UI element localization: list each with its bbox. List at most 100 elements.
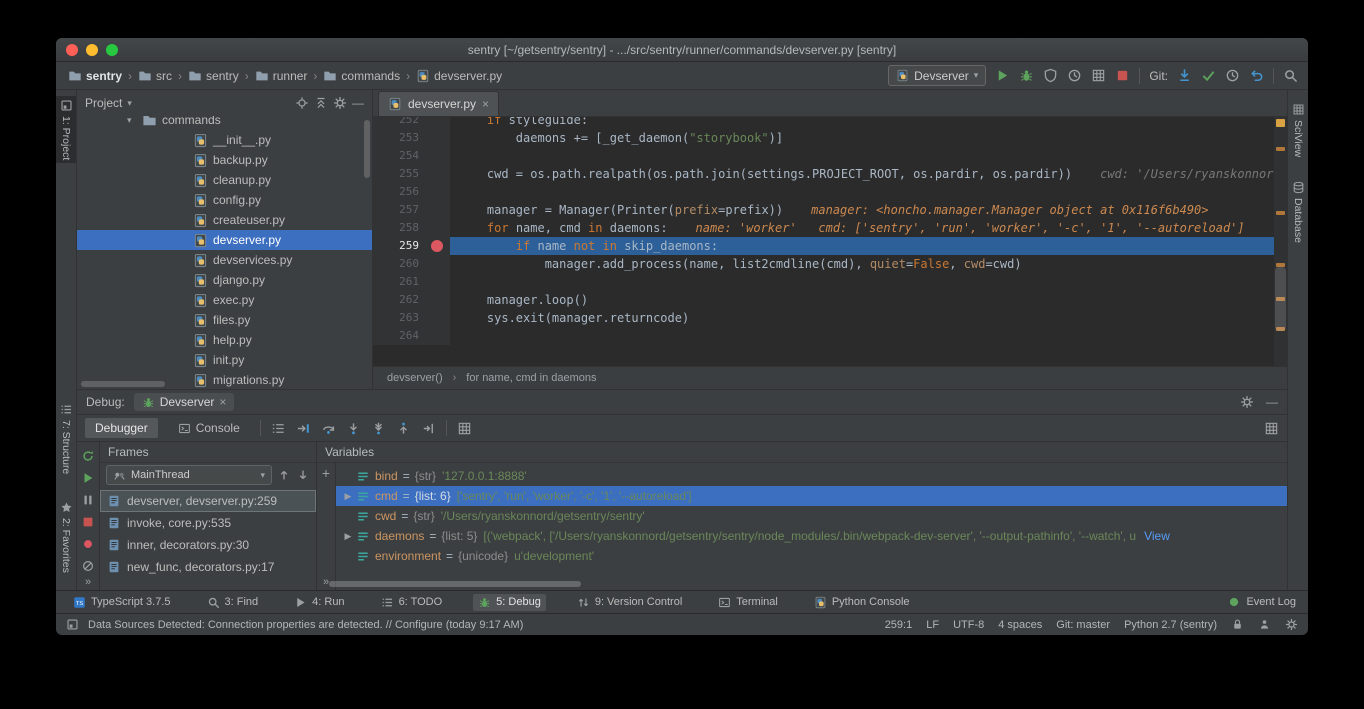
- tree-item[interactable]: init.py: [77, 350, 372, 370]
- chevron-down-icon[interactable]: ▾: [127, 116, 137, 126]
- layout-settings-icon[interactable]: [271, 421, 286, 436]
- close-window-button[interactable]: [66, 44, 78, 56]
- tree-item[interactable]: files.py: [77, 310, 372, 330]
- concurrency-button[interactable]: [1091, 68, 1106, 83]
- force-step-into-button[interactable]: [371, 421, 386, 436]
- breadcrumb-runner[interactable]: runner: [253, 69, 310, 83]
- run-to-cursor-button[interactable]: [421, 421, 436, 436]
- next-frame-button[interactable]: [296, 468, 310, 482]
- run-configuration-selector[interactable]: Devserver ▾: [888, 65, 986, 86]
- close-tab-icon[interactable]: ×: [219, 395, 226, 409]
- breadcrumb-sentry[interactable]: sentry: [66, 69, 124, 83]
- frame-row[interactable]: invoke, core.py:535: [100, 512, 316, 534]
- breadcrumb-src[interactable]: src: [136, 69, 174, 83]
- tab-console[interactable]: Console: [168, 418, 250, 438]
- project-panel-title[interactable]: Project: [85, 96, 122, 110]
- code-line[interactable]: 255 cwd = os.path.realpath(os.path.join(…: [373, 165, 1287, 183]
- variable-row[interactable]: bind={str}'127.0.0.1:8888': [336, 466, 1287, 486]
- chevron-down-icon[interactable]: ▾: [127, 98, 132, 109]
- breadcrumb-sentry2[interactable]: sentry: [186, 69, 241, 83]
- search-everywhere-button[interactable]: [1283, 68, 1298, 83]
- find-tool-button[interactable]: 3: Find: [202, 594, 264, 611]
- editor-tab-devserver[interactable]: devserver.py ×: [378, 91, 499, 116]
- step-over-button[interactable]: [321, 421, 336, 436]
- debug-tool-button[interactable]: 5: Debug: [473, 594, 546, 611]
- coverage-button[interactable]: [1043, 68, 1058, 83]
- variable-row-selected[interactable]: ▶cmd={list: 6}['sentry', 'run', 'worker'…: [336, 486, 1287, 506]
- tree-item[interactable]: exec.py: [77, 290, 372, 310]
- previous-frame-button[interactable]: [277, 468, 291, 482]
- error-stripe[interactable]: [1274, 117, 1287, 366]
- git-history-button[interactable]: [1225, 68, 1240, 83]
- typescript-status-button[interactable]: TypeScript 3.7.5: [68, 594, 176, 611]
- warning-marker[interactable]: [1276, 147, 1285, 151]
- encoding-indicator[interactable]: UTF-8: [953, 619, 984, 631]
- title-bar[interactable]: sentry [~/getsentry/sentry] - .../src/se…: [56, 38, 1308, 62]
- tree-item[interactable]: help.py: [77, 330, 372, 350]
- git-update-button[interactable]: [1177, 68, 1192, 83]
- hide-panel-button[interactable]: —: [352, 98, 364, 108]
- status-message[interactable]: Data Sources Detected: Connection proper…: [88, 619, 523, 631]
- stop-button[interactable]: [1115, 68, 1130, 83]
- breadcrumb-commands[interactable]: commands: [321, 69, 402, 83]
- vertical-scrollbar[interactable]: [364, 120, 370, 178]
- settings-gear-icon[interactable]: [1240, 395, 1254, 409]
- tree-item[interactable]: config.py: [77, 190, 372, 210]
- code-line[interactable]: 263 sys.exit(manager.returncode): [373, 309, 1287, 327]
- stop-button[interactable]: [81, 515, 95, 529]
- code-line[interactable]: 254: [373, 147, 1287, 165]
- variable-row[interactable]: ▶daemons={list: 5}[('webpack', ['/Users/…: [336, 526, 1287, 546]
- git-branch-indicator[interactable]: Git: master: [1056, 619, 1110, 631]
- show-execution-point-button[interactable]: [296, 421, 311, 436]
- run-tool-button[interactable]: 4: Run: [289, 594, 349, 611]
- sciview-tool-button[interactable]: SciView: [1288, 100, 1308, 160]
- tree-item-folder[interactable]: ▾commands: [77, 116, 372, 130]
- close-tab-icon[interactable]: ×: [482, 97, 489, 111]
- frame-row[interactable]: new_func, decorators.py:17: [100, 556, 316, 578]
- expand-icon[interactable]: ▶: [341, 531, 355, 542]
- code-line[interactable]: 261: [373, 273, 1287, 291]
- lock-icon[interactable]: [1231, 618, 1244, 631]
- code-line[interactable]: 257 manager = Manager(Printer(prefix=pre…: [373, 201, 1287, 219]
- variable-row[interactable]: environment={unicode}u'development': [336, 546, 1287, 566]
- python-console-tool-button[interactable]: Python Console: [809, 594, 915, 611]
- tree-item[interactable]: django.py: [77, 270, 372, 290]
- resume-button[interactable]: [81, 471, 95, 485]
- expand-icon[interactable]: ▶: [341, 491, 355, 502]
- inspections-profile-icon[interactable]: [1258, 618, 1271, 631]
- caret-position[interactable]: 259:1: [885, 619, 913, 631]
- terminal-tool-button[interactable]: Terminal: [713, 594, 783, 611]
- todo-tool-button[interactable]: 6: TODO: [376, 594, 448, 611]
- thread-selector[interactable]: MainThread ▾: [106, 465, 272, 485]
- code-line[interactable]: 264: [373, 327, 1287, 345]
- favorites-tool-button[interactable]: 2: Favorites: [56, 498, 76, 576]
- code-line-current[interactable]: 259 if name not in skip_daemons:: [373, 237, 1287, 255]
- settings-gear-icon[interactable]: [333, 96, 347, 110]
- notifications-icon[interactable]: [1285, 618, 1298, 631]
- view-value-link[interactable]: View: [1144, 529, 1170, 543]
- database-tool-button[interactable]: Database: [1288, 178, 1308, 246]
- editor-scrollbar-thumb[interactable]: [1275, 267, 1286, 331]
- code-line[interactable]: 252 if styleguide:: [373, 117, 1287, 129]
- tree-item[interactable]: createuser.py: [77, 210, 372, 230]
- hide-panel-button[interactable]: —: [1266, 397, 1278, 407]
- collapse-all-button[interactable]: [314, 96, 328, 110]
- add-watch-button[interactable]: +: [322, 466, 330, 480]
- code-line[interactable]: 256: [373, 183, 1287, 201]
- toggle-tool-windows-icon[interactable]: [66, 618, 79, 631]
- tree-item[interactable]: __init__.py: [77, 130, 372, 150]
- variable-row[interactable]: cwd={str}'/Users/ryanskonnord/getsentry/…: [336, 506, 1287, 526]
- code-line[interactable]: 260 manager.add_process(name, list2cmdli…: [373, 255, 1287, 273]
- pause-button[interactable]: [81, 493, 95, 507]
- code-editor[interactable]: 252 if styleguide: 253 daemons += [_get_…: [373, 117, 1287, 366]
- tree-item[interactable]: devservices.py: [77, 250, 372, 270]
- breakpoint-dot[interactable]: [431, 240, 443, 252]
- line-ending-indicator[interactable]: LF: [926, 619, 939, 631]
- tree-item[interactable]: cleanup.py: [77, 170, 372, 190]
- horizontal-scrollbar[interactable]: [329, 581, 581, 587]
- version-control-tool-button[interactable]: 9: Version Control: [572, 594, 687, 611]
- evaluate-expression-button[interactable]: [457, 421, 472, 436]
- breadcrumb-statement[interactable]: for name, cmd in daemons: [466, 372, 596, 384]
- project-tool-button[interactable]: 1: Project: [56, 96, 76, 163]
- rerun-button[interactable]: [81, 449, 95, 463]
